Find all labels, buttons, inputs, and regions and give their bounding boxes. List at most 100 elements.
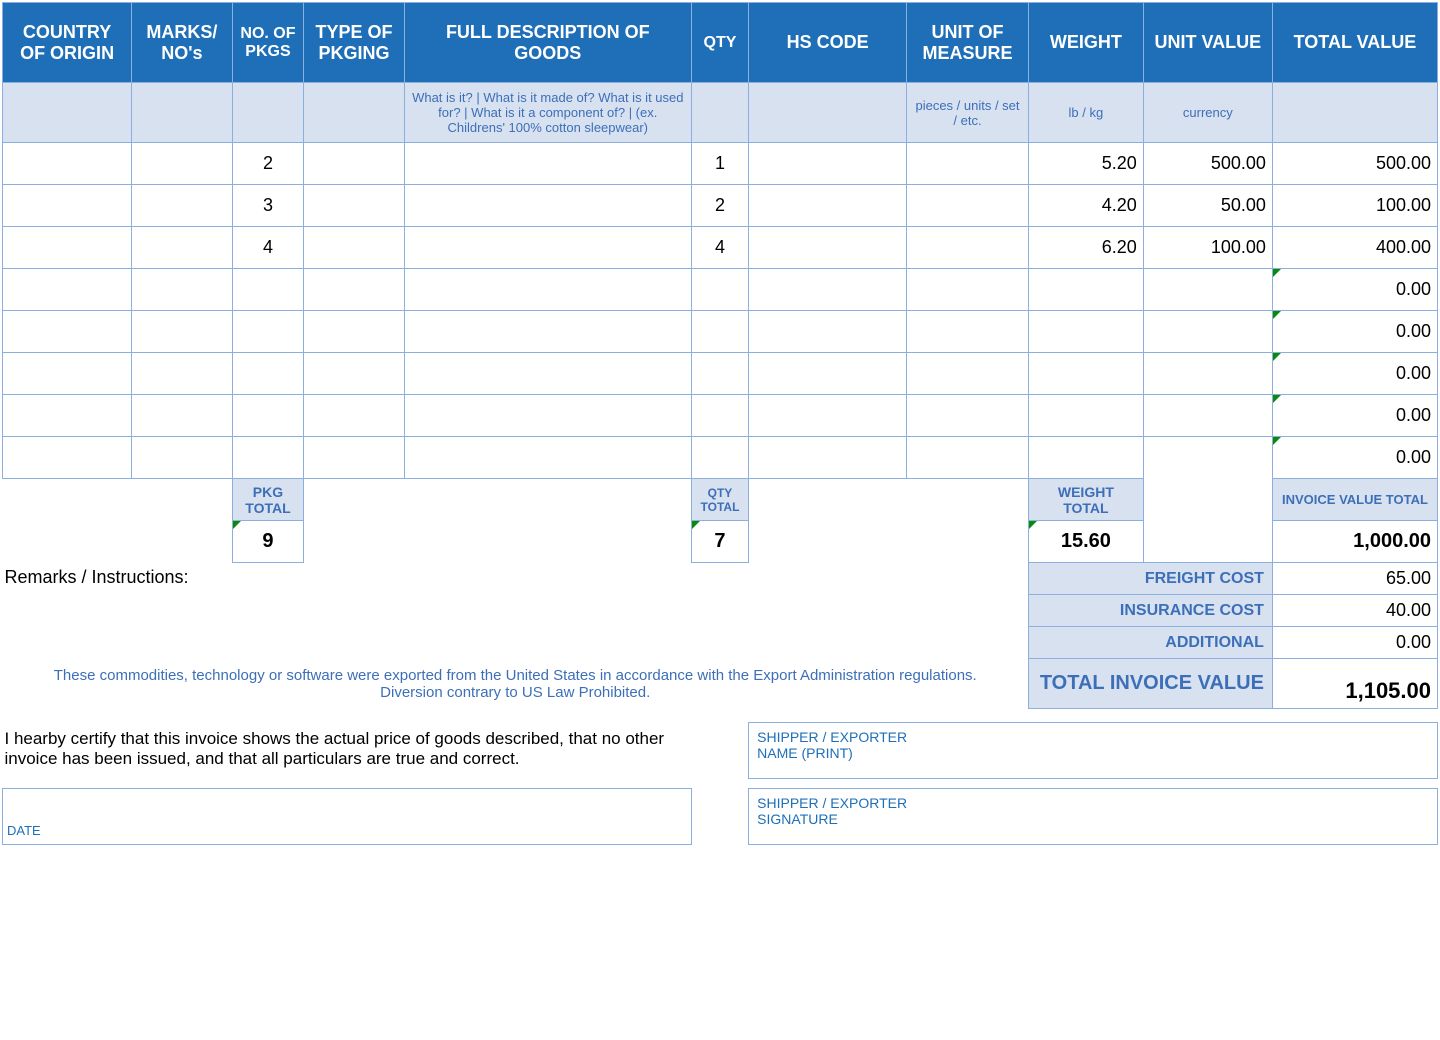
cell-marks[interactable] [132,227,232,269]
export-note: These commodities, technology or softwar… [3,659,1029,709]
cell-tvalue[interactable]: 0.00 [1272,437,1437,479]
hint-weight[interactable]: lb / kg [1028,83,1143,143]
cell-qty[interactable]: 1 [691,143,748,185]
header-tvalue: TOTAL VALUE [1272,3,1437,83]
total-invoice-label: TOTAL INVOICE VALUE [1028,659,1272,709]
hint-tvalue[interactable] [1272,83,1437,143]
cell-uom[interactable] [907,143,1029,185]
cell-pkgs[interactable]: 4 [232,227,304,269]
weight-total-value: 15.60 [1028,521,1143,563]
commercial-invoice-table: COUNTRY OF ORIGIN MARKS/ NO's NO. OF PKG… [2,2,1438,845]
remarks-freight-row: Remarks / Instructions: FREIGHT COST 65.… [3,563,1438,595]
cell-tvalue[interactable]: 100.00 [1272,185,1437,227]
hint-uom[interactable]: pieces / units / set / etc. [907,83,1029,143]
cell-hs[interactable] [749,185,907,227]
cell-weight[interactable]: 5.20 [1028,143,1143,185]
cell-country[interactable] [3,185,132,227]
freight-cost-value[interactable]: 65.00 [1272,563,1437,595]
header-pkgs: NO. OF PKGS [232,3,304,83]
table-row: 0.00 [3,395,1438,437]
cell-qty[interactable]: 2 [691,185,748,227]
cell-uom[interactable] [907,185,1029,227]
shipper-name-box[interactable]: SHIPPER / EXPORTER NAME (PRINT) [749,723,1438,779]
hint-marks[interactable] [132,83,232,143]
cell-pkgs[interactable]: 3 [232,185,304,227]
header-weight: WEIGHT [1028,3,1143,83]
export-total-row: These commodities, technology or softwar… [3,659,1438,709]
pkg-total-label: PKG TOTAL [232,479,304,521]
table-row: 0.00 [3,437,1438,479]
cell-desc[interactable] [404,143,691,185]
table-row: 0.00 [3,269,1438,311]
cell-weight[interactable]: 6.20 [1028,227,1143,269]
table-row: 2 1 5.20 500.00 500.00 [3,143,1438,185]
cell-tvalue[interactable]: 500.00 [1272,143,1437,185]
certify-text: I hearby certify that this invoice shows… [3,723,692,789]
certify-row: I hearby certify that this invoice shows… [3,723,1438,779]
header-row: COUNTRY OF ORIGIN MARKS/ NO's NO. OF PKG… [3,3,1438,83]
cell-qty[interactable]: 4 [691,227,748,269]
header-pkging: TYPE OF PKGING [304,3,404,83]
invoice-total-label: INVOICE VALUE TOTAL [1272,479,1437,521]
cell-tvalue[interactable]: 0.00 [1272,395,1437,437]
date-box[interactable]: DATE [3,789,692,845]
cell-marks[interactable] [132,143,232,185]
cell-tvalue[interactable]: 0.00 [1272,311,1437,353]
cell-weight[interactable]: 4.20 [1028,185,1143,227]
qty-total-label: QTY TOTAL [691,479,748,521]
qty-total-value: 7 [691,521,748,563]
additional-cost-label: ADDITIONAL [1028,627,1272,659]
cell-uom[interactable] [907,227,1029,269]
cell-desc[interactable] [404,227,691,269]
header-marks: MARKS/ NO's [132,3,232,83]
hint-pkging[interactable] [304,83,404,143]
hint-pkgs[interactable] [232,83,304,143]
additional-cost-value[interactable]: 0.00 [1272,627,1437,659]
hint-row: What is it? | What is it made of? What i… [3,83,1438,143]
shipper-sig-l1: SHIPPER / EXPORTER [757,795,1429,811]
cell-country[interactable] [3,143,132,185]
cell-hs[interactable] [749,227,907,269]
cell-marks[interactable] [132,185,232,227]
remarks-label[interactable]: Remarks / Instructions: [3,563,1029,659]
table-row: 3 2 4.20 50.00 100.00 [3,185,1438,227]
cell-pkgs[interactable]: 2 [232,143,304,185]
pkg-total-value: 9 [232,521,304,563]
hint-qty[interactable] [691,83,748,143]
cell-pkging[interactable] [304,143,404,185]
hint-uvalue[interactable]: currency [1143,83,1272,143]
insurance-cost-label: INSURANCE COST [1028,595,1272,627]
cell-tvalue[interactable]: 0.00 [1272,269,1437,311]
cell-uvalue[interactable]: 100.00 [1143,227,1272,269]
header-hs: HS CODE [749,3,907,83]
hint-hs[interactable] [749,83,907,143]
hint-desc[interactable]: What is it? | What is it made of? What i… [404,83,691,143]
cell-uvalue[interactable]: 50.00 [1143,185,1272,227]
total-invoice-value: 1,105.00 [1272,659,1437,709]
table-row: 0.00 [3,353,1438,395]
cell-pkging[interactable] [304,185,404,227]
freight-cost-label: FREIGHT COST [1028,563,1272,595]
header-uom: UNIT OF MEASURE [907,3,1029,83]
header-desc: FULL DESCRIPTION OF GOODS [404,3,691,83]
header-uvalue: UNIT VALUE [1143,3,1272,83]
hint-country[interactable] [3,83,132,143]
cell-uvalue[interactable]: 500.00 [1143,143,1272,185]
shipper-signature-box[interactable]: SHIPPER / EXPORTER SIGNATURE [749,789,1438,845]
cell-hs[interactable] [749,143,907,185]
insurance-cost-value[interactable]: 40.00 [1272,595,1437,627]
cell-tvalue[interactable]: 400.00 [1272,227,1437,269]
header-country: COUNTRY OF ORIGIN [3,3,132,83]
table-row: 0.00 [3,311,1438,353]
cell-desc[interactable] [404,185,691,227]
table-row: 4 4 6.20 100.00 400.00 [3,227,1438,269]
cell-pkging[interactable] [304,227,404,269]
cell-country[interactable] [3,227,132,269]
shipper-name-l2: NAME (PRINT) [757,745,1429,761]
invoice-total-value: 1,000.00 [1272,521,1437,563]
shipper-name-l1: SHIPPER / EXPORTER [757,729,1429,745]
cell-tvalue[interactable]: 0.00 [1272,353,1437,395]
shipper-sig-l2: SIGNATURE [757,811,1429,827]
weight-total-label: WEIGHT TOTAL [1028,479,1143,521]
header-qty: QTY [691,3,748,83]
